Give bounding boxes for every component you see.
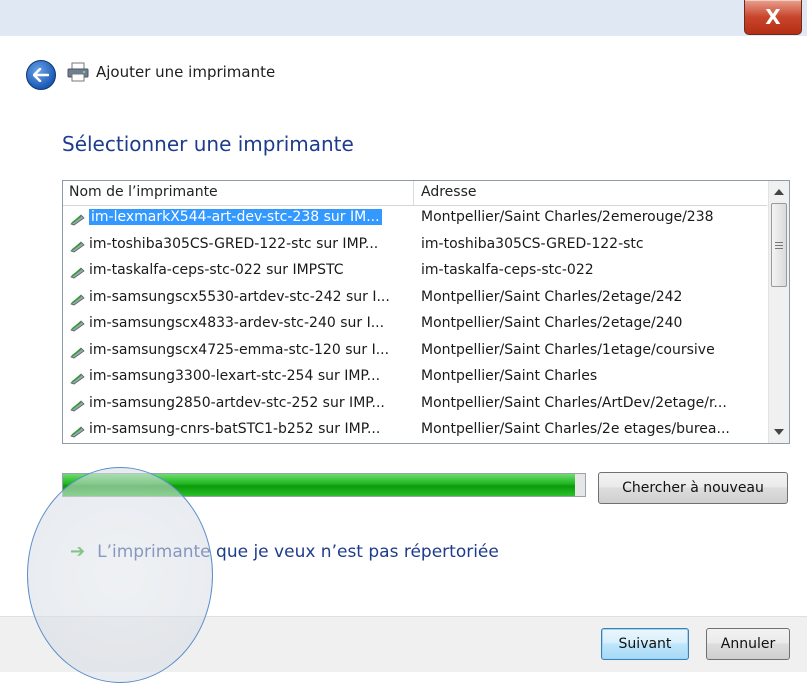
list-row[interactable]: im-toshiba305CS-GRED-122-stc sur IMP... i… <box>63 233 767 260</box>
next-button[interactable]: Suivant <box>601 628 689 660</box>
printer-name: im-samsungscx4833-ardev-stc-240 sur I... <box>89 315 385 331</box>
list-row[interactable]: im-taskalfa-ceps-stc-022 sur IMPSTC im-ta… <box>63 259 767 286</box>
printer-name: im-samsungscx4725-emma-stc-120 sur I... <box>89 341 390 358</box>
printer-name: im-samsung2850-artdev-stc-252 sur IMP... <box>89 394 385 411</box>
list-row[interactable]: im-lexmarkX544-art-dev-stc-238 sur IM...… <box>63 206 767 233</box>
printer-address: Montpellier/Saint Charles/1etage/coursiv… <box>421 341 715 358</box>
printer-name: im-samsungscx5530-artdev-stc-242 sur I..… <box>89 288 390 305</box>
vertical-scrollbar[interactable] <box>768 181 789 443</box>
printer-icon <box>70 399 85 411</box>
printer-not-listed-link[interactable]: ➔ L’imprimante que je veux n’est pas rép… <box>70 541 499 562</box>
progress-fill <box>63 474 575 496</box>
printer-name: im-samsung3300-lexart-stc-254 sur IMP... <box>89 368 381 384</box>
printer-not-listed-label[interactable]: L’imprimante que je veux n’est pas réper… <box>97 542 499 562</box>
printer-icon <box>70 373 85 385</box>
search-again-button[interactable]: Chercher à nouveau <box>598 472 788 504</box>
list-row[interactable]: im-samsungscx5530-artdev-stc-242 sur I..… <box>63 286 767 313</box>
window-title: Ajouter une imprimante <box>96 63 276 81</box>
printer-icon <box>70 214 85 226</box>
printer-icon <box>70 240 85 252</box>
printer-address: Montpellier/Saint Charles/ArtDev/2etage/… <box>421 394 727 411</box>
search-progress-bar <box>62 473 586 497</box>
close-button[interactable]: X <box>744 0 802 35</box>
column-header-name[interactable]: Nom de l’imprimante <box>69 184 218 200</box>
printer-icon <box>70 320 85 332</box>
green-arrow-icon: ➔ <box>70 541 86 562</box>
list-row[interactable]: im-samsung2850-artdev-stc-252 sur IMP...… <box>63 392 767 419</box>
page-heading: Sélectionner une imprimante <box>62 132 354 156</box>
printer-list[interactable]: Nom de l’imprimante Adresse im-lexmarkX5… <box>62 180 790 444</box>
printer-address: Montpellier/Saint Charles <box>421 368 598 384</box>
list-row[interactable]: im-samsungscx4725-emma-stc-120 sur I... M… <box>63 339 767 366</box>
printer-name: im-toshiba305CS-GRED-122-stc sur IMP... <box>89 235 379 252</box>
printer-address: Montpellier/Saint Charles/2etage/240 <box>421 315 683 331</box>
dialog-client: Ajouter une imprimante Sélectionner une … <box>0 36 807 672</box>
list-header: Nom de l’imprimante Adresse <box>63 181 767 206</box>
printer-icon <box>70 426 85 438</box>
printer-icon <box>70 293 85 305</box>
printer-name: im-lexmarkX544-art-dev-stc-238 sur IM... <box>89 209 382 225</box>
scroll-up-icon[interactable] <box>774 189 784 195</box>
printer-name: im-taskalfa-ceps-stc-022 sur IMPSTC <box>89 262 344 278</box>
printer-address: im-taskalfa-ceps-stc-022 <box>421 262 594 278</box>
printer-address: Montpellier/Saint Charles/2etage/242 <box>421 288 683 305</box>
scroll-down-icon[interactable] <box>774 429 784 435</box>
printer-address: im-toshiba305CS-GRED-122-stc <box>421 235 644 252</box>
printer-address: Montpellier/Saint Charles/2emerouge/238 <box>421 209 714 225</box>
printer-icon <box>70 267 85 279</box>
back-arrow-icon <box>33 68 49 82</box>
list-row[interactable]: im-samsungscx4833-ardev-stc-240 sur I...… <box>63 312 767 339</box>
printer-icon <box>70 346 85 358</box>
printer-address: Montpellier/Saint Charles/2e etages/bure… <box>421 421 730 437</box>
column-header-address[interactable]: Adresse <box>421 184 476 200</box>
printer-name: im-samsung-cnrs-batSTC1-b252 sur IMP... <box>89 421 381 437</box>
scroll-thumb[interactable] <box>771 203 787 287</box>
list-rows: im-lexmarkX544-art-dev-stc-238 sur IM...… <box>63 206 767 443</box>
back-button[interactable] <box>26 60 56 90</box>
list-row[interactable]: im-samsung3300-lexart-stc-254 sur IMP...… <box>63 365 767 392</box>
cancel-button[interactable]: Annuler <box>706 628 790 660</box>
column-separator[interactable] <box>413 181 414 205</box>
printer-icon <box>67 62 89 82</box>
list-row[interactable]: im-samsung-cnrs-batSTC1-b252 sur IMP... M… <box>63 418 767 443</box>
